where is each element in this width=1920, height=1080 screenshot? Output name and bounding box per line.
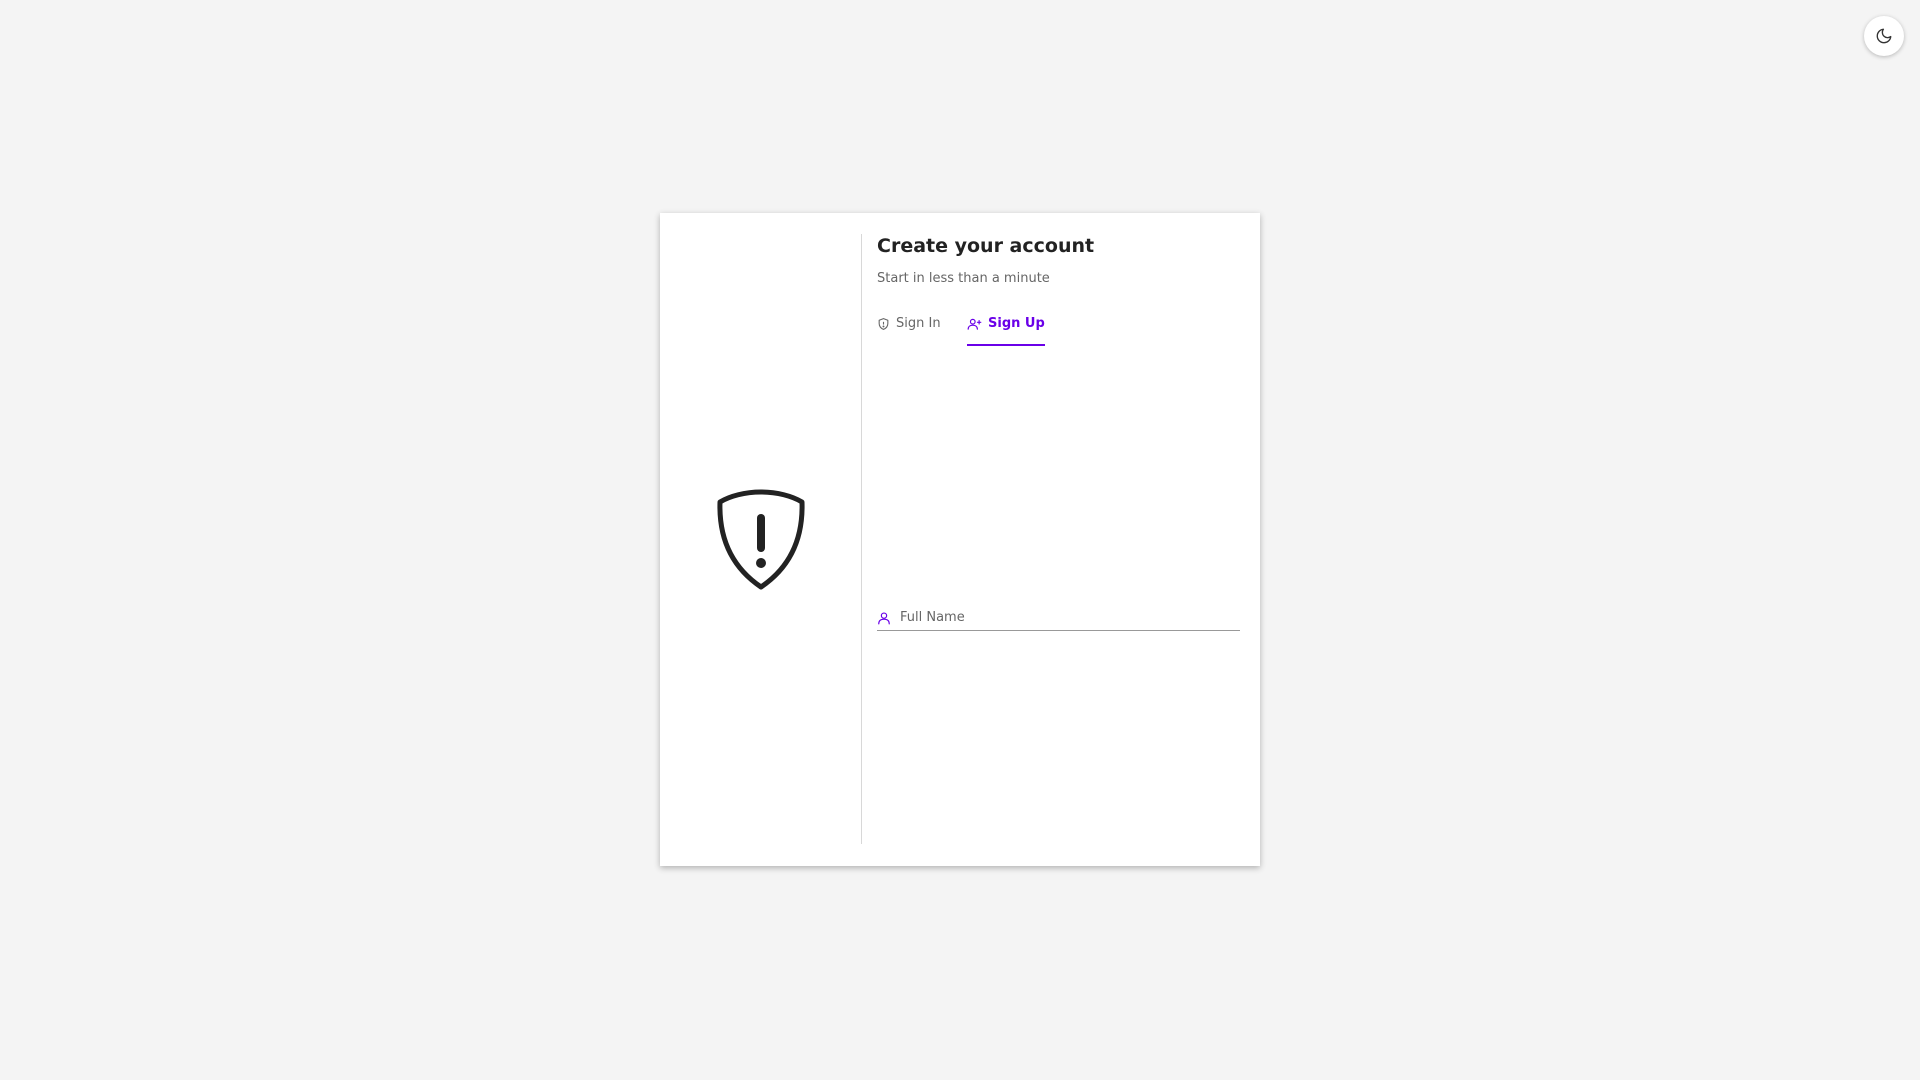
hero-panel xyxy=(660,213,861,866)
tab-sign-in-label: Sign In xyxy=(896,316,941,331)
page-subtitle: Start in less than a minute xyxy=(877,271,1050,286)
moon-icon xyxy=(1876,28,1892,44)
user-plus-icon xyxy=(967,318,982,330)
tab-sign-in[interactable]: Sign In xyxy=(877,316,941,346)
user-icon xyxy=(878,611,890,624)
theme-toggle-button[interactable] xyxy=(1864,16,1904,56)
full-name-input[interactable] xyxy=(900,610,1220,625)
auth-card: Create your account Start in less than a… xyxy=(660,213,1260,866)
shield-icon xyxy=(878,318,889,330)
page-title: Create your account xyxy=(877,235,1095,257)
tab-sign-up[interactable]: Sign Up xyxy=(967,316,1045,346)
panel-divider xyxy=(861,234,862,844)
tab-sign-up-label: Sign Up xyxy=(988,316,1045,331)
shield-alert-icon xyxy=(716,489,805,589)
full-name-field[interactable] xyxy=(877,605,1240,631)
signup-form: Create your account Start in less than a… xyxy=(877,233,1240,853)
